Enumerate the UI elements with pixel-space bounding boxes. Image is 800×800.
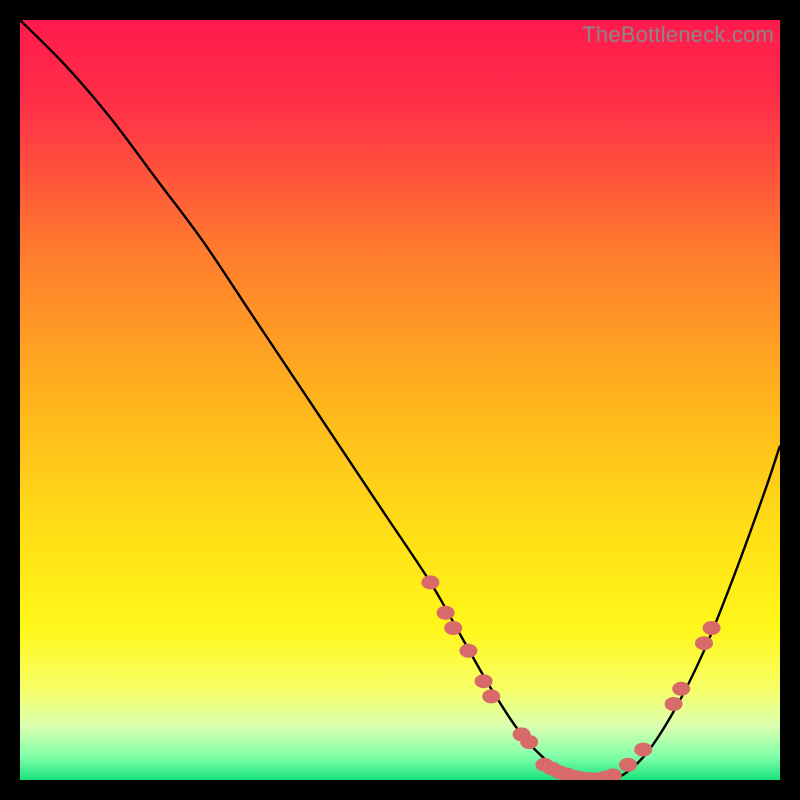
watermark-text: TheBottleneck.com [582, 22, 774, 48]
gradient-background [20, 20, 780, 780]
curve-marker [459, 644, 477, 658]
curve-marker [475, 674, 493, 688]
curve-marker [520, 735, 538, 749]
chart-frame: TheBottleneck.com [20, 20, 780, 780]
curve-marker [421, 575, 439, 589]
curve-marker [634, 743, 652, 757]
curve-marker [482, 689, 500, 703]
chart-svg [20, 20, 780, 780]
curve-marker [619, 758, 637, 772]
curve-marker [444, 621, 462, 635]
curve-marker [703, 621, 721, 635]
curve-marker [695, 636, 713, 650]
curve-marker [437, 606, 455, 620]
curve-marker [665, 697, 683, 711]
curve-marker [672, 682, 690, 696]
